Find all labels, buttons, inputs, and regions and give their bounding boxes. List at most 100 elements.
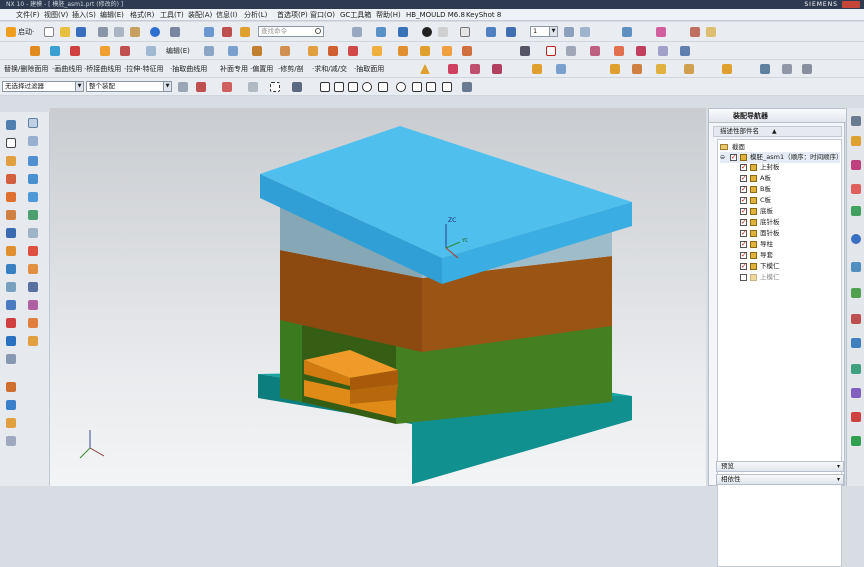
display-mode-icon[interactable] <box>422 27 432 37</box>
rectangle-select-icon[interactable] <box>270 82 280 92</box>
menu-item-file[interactable]: 文件(F) <box>16 10 40 20</box>
menu-item-tools[interactable]: 工具(T) <box>160 10 184 20</box>
fastener-icon[interactable] <box>6 418 16 428</box>
gear-tool-icon[interactable] <box>6 354 16 364</box>
datum-icon[interactable] <box>50 46 60 56</box>
block-icon[interactable] <box>70 46 80 56</box>
work-layer-select[interactable]: 1 ▼ <box>530 26 558 37</box>
menu-item-edit[interactable]: 编辑(E) <box>100 10 124 20</box>
boolean-menu[interactable]: ·求和/减/交 <box>312 64 347 74</box>
move-layer-icon[interactable] <box>564 27 574 37</box>
extract-curve-menu[interactable]: ·抽取曲线用 <box>170 64 207 74</box>
paste-icon[interactable] <box>130 27 140 37</box>
system-materials-icon[interactable] <box>851 288 861 298</box>
text-icon[interactable] <box>680 46 690 56</box>
fill-icon[interactable] <box>802 64 812 74</box>
draw-curve-menu[interactable]: ·画曲线用 <box>52 64 82 74</box>
snap-quadrant-icon[interactable] <box>378 82 388 92</box>
split-body-icon[interactable] <box>684 64 694 74</box>
analysis-icon[interactable] <box>690 27 700 37</box>
open-folder-icon[interactable] <box>60 27 70 37</box>
selection-scope-select[interactable]: 整个装配 ▼ <box>86 81 172 92</box>
square-icon[interactable] <box>6 138 16 148</box>
pattern-icon[interactable] <box>372 46 382 56</box>
spline-icon[interactable] <box>636 46 646 56</box>
flag-icon[interactable] <box>28 282 38 292</box>
start-icon[interactable] <box>6 27 16 37</box>
layer-tool-icon[interactable] <box>6 300 16 310</box>
menu-item-hb-mould[interactable]: HB_MOULD M6.8 <box>406 10 465 20</box>
point-icon[interactable] <box>614 46 624 56</box>
extend-curve-icon[interactable] <box>470 64 480 74</box>
emboss-icon[interactable] <box>6 282 16 292</box>
feature-icon[interactable] <box>30 46 40 56</box>
extrude-feature-menu[interactable]: ·拉伸·特征用 <box>124 64 163 74</box>
constraint-navigator-icon[interactable] <box>851 160 861 170</box>
fillet-icon[interactable] <box>532 64 542 74</box>
extract-face-menu[interactable]: ·抽取面用 <box>354 64 384 74</box>
sketch-tool-icon[interactable] <box>6 120 16 130</box>
tube-icon[interactable] <box>6 382 16 392</box>
menu-item-insert[interactable]: 插入(S) <box>72 10 96 20</box>
offset-menu[interactable]: ·偏置用 <box>250 64 273 74</box>
edit-menu-button[interactable]: 编辑(E) <box>166 46 190 56</box>
part-checkbox[interactable] <box>740 162 747 173</box>
process-studio-icon[interactable] <box>851 314 861 324</box>
menu-item-window[interactable]: 窗口(O) <box>310 10 335 20</box>
through-curves-icon[interactable] <box>6 336 16 346</box>
start-menu-button[interactable]: 启动· <box>18 27 34 37</box>
offset-face-icon[interactable] <box>228 46 238 56</box>
measure-icon[interactable] <box>622 27 632 37</box>
redo-icon[interactable] <box>170 27 180 37</box>
assembly-navigator-icon[interactable] <box>851 136 861 146</box>
patch-face-menu[interactable]: 补面专用 <box>220 64 248 74</box>
delete-body-icon[interactable] <box>722 64 732 74</box>
trim-split-menu[interactable]: ·修剪/剖 <box>278 64 304 74</box>
menu-item-information[interactable]: 信息(I) <box>216 10 238 20</box>
replace-delete-face-menu[interactable]: 替换/删除面用 <box>4 64 48 74</box>
plane-icon[interactable] <box>28 118 38 128</box>
synchronous-icon[interactable] <box>420 46 430 56</box>
snap-arc-center-icon[interactable] <box>362 82 372 92</box>
graphics-viewport[interactable]: ZC YC <box>50 108 706 486</box>
sketch-icon[interactable] <box>240 27 250 37</box>
column-header-part-name[interactable]: 描述性部件名 ▲ <box>713 126 842 137</box>
snap-intersect-icon[interactable] <box>348 82 358 92</box>
mesh-icon[interactable] <box>28 192 38 202</box>
assembly-checkbox[interactable] <box>730 152 737 163</box>
copy-layer-icon[interactable] <box>580 27 590 37</box>
slab-icon[interactable] <box>28 210 38 220</box>
pocket-icon[interactable] <box>28 156 38 166</box>
menu-item-preferences[interactable]: 首选项(P) <box>277 10 308 20</box>
tree-row-assembly[interactable]: ⊖ 模胚_asm1（顺序：时间顺序） <box>720 152 843 163</box>
menu-item-gc-toolkit[interactable]: GC工具箱 <box>340 10 371 20</box>
trim-curve-icon[interactable] <box>448 64 458 74</box>
undo-icon[interactable] <box>150 27 160 37</box>
menu-item-keyshot[interactable]: KeyShot 8 <box>466 10 501 20</box>
shell-icon[interactable] <box>252 46 262 56</box>
nsided-icon[interactable] <box>28 336 38 346</box>
view-orient-icon[interactable] <box>376 27 386 37</box>
revolve-icon[interactable] <box>120 46 130 56</box>
offset-curve-icon[interactable] <box>492 64 502 74</box>
system-scene-icon[interactable] <box>851 388 861 398</box>
filter-icon[interactable] <box>178 82 188 92</box>
snap-existing-point-icon[interactable] <box>396 82 406 92</box>
trim-body-icon[interactable] <box>204 46 214 56</box>
menu-item-format[interactable]: 格式(R) <box>130 10 154 20</box>
part-checkbox[interactable] <box>740 274 747 281</box>
extract-geometry-icon[interactable] <box>782 64 792 74</box>
web-browser-icon[interactable] <box>851 234 861 244</box>
surface-icon[interactable] <box>28 174 38 184</box>
reuse-library-icon[interactable] <box>851 184 861 194</box>
snap-point-on-curve-icon[interactable] <box>412 82 422 92</box>
part-navigator-icon[interactable] <box>851 116 861 126</box>
bridge-curve-menu[interactable]: ·桥接曲线用 <box>84 64 121 74</box>
ruled-icon[interactable] <box>28 318 38 328</box>
part-checkbox[interactable] <box>740 195 747 206</box>
mirror-icon[interactable] <box>398 46 408 56</box>
save-icon[interactable] <box>76 27 86 37</box>
menu-item-assemblies[interactable]: 装配(A) <box>188 10 212 20</box>
dependencies-section[interactable]: 相依性 ▾ <box>716 474 844 485</box>
box-tool-icon[interactable] <box>6 156 16 166</box>
